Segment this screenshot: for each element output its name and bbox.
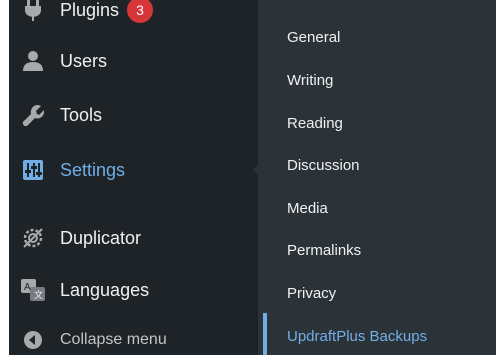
duplicator-gear-icon — [20, 226, 46, 250]
submenu-item-updraftplus-backups[interactable]: UpdraftPlus Backups — [258, 328, 496, 345]
settings-submenu: General Writing Reading Discussion Media… — [258, 0, 496, 355]
submenu-item-permalinks[interactable]: Permalinks — [258, 242, 496, 259]
collapse-menu-button[interactable]: Collapse menu — [9, 324, 258, 355]
plugins-update-count-badge: 3 — [127, 0, 154, 23]
submenu-item-media[interactable]: Media — [258, 200, 496, 217]
menu-label-languages: Languages — [60, 279, 150, 300]
menu-label-duplicator: Duplicator — [60, 227, 142, 248]
svg-text:A: A — [24, 282, 31, 293]
translate-icon: A 文 — [20, 278, 46, 302]
menu-item-settings[interactable]: Settings — [9, 153, 258, 187]
menu-label-plugins: Plugins — [60, 0, 120, 20]
svg-text:文: 文 — [34, 289, 43, 301]
menu-label-tools: Tools — [60, 104, 103, 125]
menu-label-collapse: Collapse menu — [60, 331, 167, 348]
admin-screen: Plugins 3 Users Tools Settings Duplicato… — [0, 0, 502, 362]
menu-item-tools[interactable]: Tools — [9, 98, 258, 132]
admin-sidebar-menu: Plugins 3 Users Tools Settings Duplicato… — [9, 0, 258, 355]
menu-item-users[interactable]: Users — [9, 44, 258, 78]
wrench-icon — [20, 103, 46, 127]
menu-label-users: Users — [60, 50, 108, 71]
menu-label-settings: Settings — [60, 159, 126, 180]
settings-sliders-icon — [20, 158, 46, 182]
submenu-item-writing[interactable]: Writing — [258, 72, 496, 89]
users-icon — [20, 49, 46, 73]
submenu-item-privacy[interactable]: Privacy — [258, 285, 496, 302]
collapse-arrow-icon — [20, 328, 46, 352]
menu-item-duplicator[interactable]: Duplicator — [9, 221, 258, 255]
menu-item-plugins[interactable]: Plugins 3 — [9, 0, 258, 30]
submenu-item-general[interactable]: General — [258, 29, 496, 46]
submenu-item-discussion[interactable]: Discussion — [258, 157, 496, 174]
plugins-icon — [20, 0, 46, 22]
menu-item-languages[interactable]: A 文 Languages — [9, 273, 258, 307]
submenu-item-reading[interactable]: Reading — [258, 115, 496, 132]
